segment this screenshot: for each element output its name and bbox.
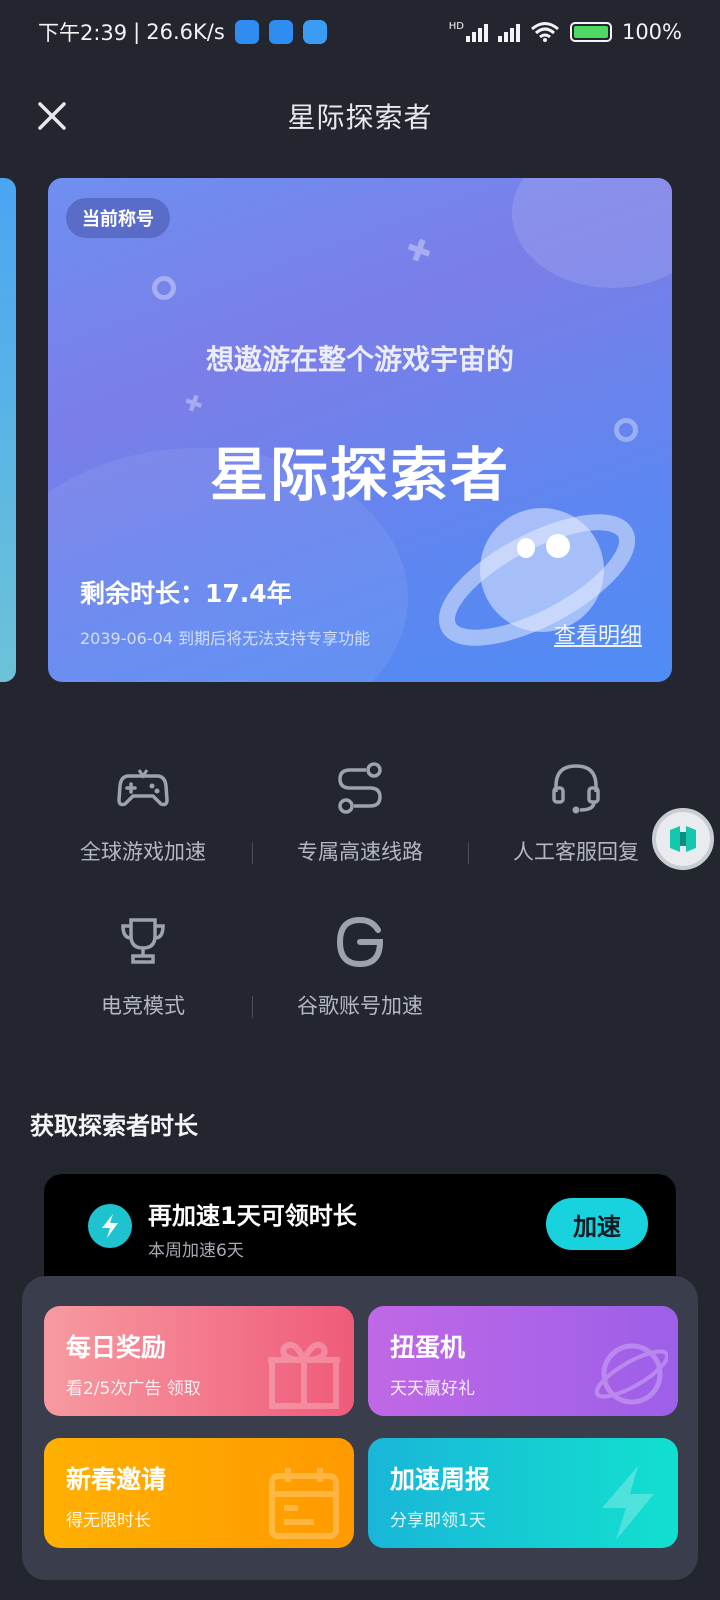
page-header: 星际探索者: [0, 84, 720, 148]
feature-customer-service[interactable]: 人工客服回复: [468, 760, 684, 866]
expiry-note: 2039-06-04 到期后将无法支持专享功能: [80, 629, 371, 648]
new-year-invite-tile[interactable]: 新春邀请 得无限时长: [44, 1438, 354, 1548]
battery-icon: [569, 22, 612, 42]
current-title-card[interactable]: ✚ ✚ 当前称号 想遨游在整个游戏宇宙的 星际探索者 剩余时长：17.4年 20…: [48, 178, 672, 682]
planet-icon: [594, 1343, 668, 1405]
tile-subtitle: 天天赢好礼: [390, 1379, 475, 1399]
app-notification-icon: [302, 20, 327, 44]
status-separator: |: [133, 20, 141, 44]
decoration-ring-icon: [152, 276, 176, 300]
tile-title: 新春邀请: [66, 1465, 167, 1494]
previous-title-card[interactable]: [0, 178, 16, 682]
status-time: 下午2:39: [38, 21, 128, 45]
task-title: 再加速1天可领时长: [148, 1202, 357, 1230]
feature-dedicated-route[interactable]: 专属高速线路: [252, 760, 468, 866]
feature-label: 谷歌账号加速: [297, 994, 423, 1018]
view-details-link[interactable]: 查看明细: [554, 618, 642, 650]
gift-icon: [268, 1342, 340, 1409]
close-icon: [38, 102, 66, 130]
feature-label: 全球游戏加速: [80, 840, 206, 864]
calendar-icon: [269, 1468, 339, 1539]
feature-label: 电竞模式: [101, 994, 185, 1018]
card-decoration: [512, 178, 672, 288]
feature-global-acceleration[interactable]: 全球游戏加速: [35, 760, 251, 866]
signal-icon: [497, 22, 520, 42]
battery-percent: 100%: [621, 20, 682, 44]
route-icon: [338, 762, 382, 814]
feature-label: 专属高速线路: [297, 840, 423, 864]
feature-row: 全球游戏加速 专属高速线路 人工客服回复: [0, 760, 720, 914]
headset-icon: [552, 764, 600, 814]
close-button[interactable]: [32, 96, 72, 136]
title-subtitle: 想遨游在整个游戏宇宙的: [205, 343, 514, 376]
tile-title: 扭蛋机: [390, 1333, 466, 1362]
status-bar: 下午2:39 | 26.6K/s HD 100%: [0, 0, 720, 64]
feature-label: 人工客服回复: [513, 840, 639, 864]
tile-subtitle: 分享即领1天: [390, 1511, 486, 1531]
tile-subtitle: 得无限时长: [66, 1511, 151, 1531]
section-title: 获取探索者时长: [30, 1112, 198, 1140]
feature-list: 全球游戏加速 专属高速线路 人工客服回复 电竞模式 谷歌账号加速: [0, 760, 720, 1068]
tile-title: 加速周报: [390, 1465, 491, 1494]
feature-google-acceleration[interactable]: 谷歌账号加速: [252, 914, 468, 1020]
daily-reward-tile[interactable]: 每日奖励 看2/5次广告 领取: [44, 1306, 354, 1416]
page-title: 星际探索者: [287, 101, 433, 134]
accelerate-button[interactable]: 加速: [546, 1198, 648, 1250]
feature-esports-mode[interactable]: 电竞模式: [35, 914, 251, 1020]
hd-label: HD: [448, 20, 464, 32]
trophy-icon: [121, 918, 165, 964]
feature-row: 电竞模式 谷歌账号加速: [0, 914, 720, 1068]
lightning-icon: [88, 1204, 132, 1248]
status-net-speed: 26.6K/s: [146, 20, 225, 44]
weekly-report-tile[interactable]: 加速周报 分享即领1天: [368, 1438, 678, 1548]
status-left: 下午2:39 | 26.6K/s: [38, 17, 327, 47]
task-subtitle: 本周加速6天: [148, 1241, 244, 1261]
gacha-machine-tile[interactable]: 扭蛋机 天天赢好礼: [368, 1306, 678, 1416]
google-icon: [336, 916, 384, 968]
wifi-icon: [530, 22, 559, 42]
tile-subtitle: 看2/5次广告 领取: [66, 1379, 201, 1399]
status-right: HD 100%: [449, 20, 682, 44]
decoration-cross-icon: ✚: [180, 389, 207, 420]
lightning-icon: [602, 1466, 654, 1540]
remaining-duration: 剩余时长：17.4年: [80, 579, 292, 608]
signal-icon: [465, 22, 488, 42]
app-notification-icon: [234, 20, 259, 44]
reward-panel: 每日奖励 看2/5次广告 领取 扭蛋机 天天赢好礼 新春邀请 得无限时长 加速周…: [22, 1276, 698, 1580]
decoration-cross-icon: ✚: [400, 230, 437, 273]
app-notification-icon: [268, 20, 293, 44]
gamepad-icon: [117, 769, 169, 807]
current-title-badge: 当前称号: [66, 198, 170, 238]
tile-title: 每日奖励: [66, 1333, 167, 1362]
